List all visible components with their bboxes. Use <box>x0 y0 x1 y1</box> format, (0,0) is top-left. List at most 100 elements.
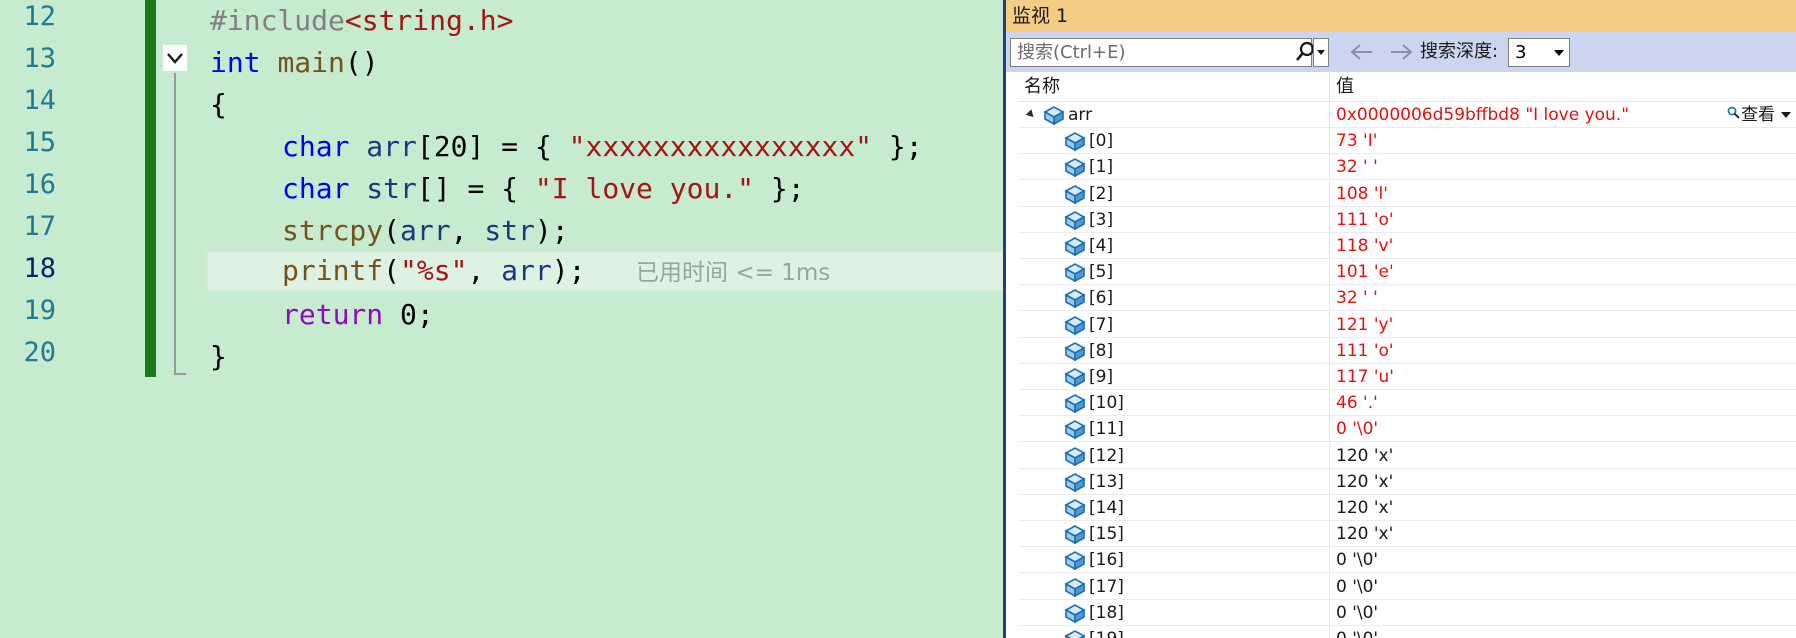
watch-item-value[interactable]: 0 '\0' <box>1330 547 1796 573</box>
watch-item-value[interactable]: 111 'o' <box>1330 207 1796 233</box>
watch-item-name: [1] <box>1089 157 1114 178</box>
watch-name-cell: [14] <box>1018 495 1330 521</box>
code-line-20[interactable]: } <box>210 336 227 378</box>
code-line-19[interactable]: return 0; <box>282 294 434 336</box>
object-icon <box>1064 262 1086 283</box>
watch-row[interactable]: [10] 46 '.' <box>1018 390 1796 417</box>
watch-row[interactable]: [17] 0 '\0' <box>1018 573 1796 600</box>
watch-row-root[interactable]: arr 0x0000006d59bffbd8 "I love you." 查看 <box>1018 102 1796 128</box>
watch-row[interactable]: [9] 117 'u' <box>1018 364 1796 390</box>
watch-name-cell: [15] <box>1018 521 1330 548</box>
open-brace: { <box>210 88 227 121</box>
watch-row[interactable]: [0] 73 'I' <box>1018 128 1796 155</box>
watch-item-value[interactable]: 32 ' ' <box>1330 154 1796 180</box>
object-icon <box>1064 603 1086 623</box>
code-line-17[interactable]: strcpy(arr, str); <box>282 210 569 252</box>
watch-item-value[interactable]: 111 'o' <box>1330 338 1796 364</box>
semicolon: ; <box>416 298 434 331</box>
magnifier-icon <box>1727 102 1741 128</box>
watch-item-value[interactable]: 120 'x' <box>1330 443 1796 469</box>
watch-name-cell: [13] <box>1018 468 1330 495</box>
watch-item-name: [6] <box>1089 288 1114 309</box>
watch-row[interactable]: [1] 32 ' ' <box>1018 154 1796 181</box>
watch-item-value[interactable]: 101 'e' <box>1330 259 1796 285</box>
watch-name-cell: [11] <box>1018 416 1330 443</box>
watch-row[interactable]: [4] 118 'v' <box>1018 233 1796 259</box>
include-header: <string.h> <box>344 4 514 37</box>
watch-item-name: [0] <box>1089 131 1114 152</box>
search-depth-select[interactable]: 3 <box>1508 38 1570 67</box>
watch-item-value[interactable]: 0 '\0' <box>1330 600 1796 626</box>
watch-item-value[interactable]: 120 'x' <box>1330 521 1796 547</box>
watch-row[interactable]: [16] 0 '\0' <box>1018 547 1796 574</box>
watch-item-value[interactable]: 117 'u' <box>1330 364 1796 390</box>
watch-item-value[interactable]: 0 '\0' <box>1330 574 1796 600</box>
watch-item-value[interactable]: 120 'x' <box>1330 469 1796 495</box>
line-number: 17 <box>23 211 56 242</box>
watch-window-title[interactable]: 监视 1 <box>1006 0 1796 32</box>
watch-column-header: 名称 值 <box>1018 72 1796 102</box>
watch-row[interactable]: [7] 121 'y' <box>1018 311 1796 338</box>
watch-item-value[interactable]: 118 'v' <box>1330 233 1796 259</box>
watch-item-name: [13] <box>1089 471 1124 492</box>
watch-item-value[interactable]: 121 'y' <box>1330 312 1796 338</box>
watch-row[interactable]: [19] 0 '\0' <box>1018 626 1796 638</box>
initializer-open: [] = { <box>416 172 535 205</box>
watch-row[interactable]: [3] 111 'o' <box>1018 206 1796 233</box>
code-line-14[interactable]: { <box>210 84 227 126</box>
search-depth-value: 3 <box>1515 42 1527 63</box>
paren-close: ); <box>534 214 569 247</box>
watch-item-value[interactable]: 120 'x' <box>1330 495 1796 521</box>
collapse-chevron-icon[interactable] <box>163 45 187 71</box>
preprocessor-directive: #include <box>210 4 345 37</box>
watch-row[interactable]: [12] 120 'x' <box>1018 442 1796 469</box>
code-line-16[interactable]: char str[] = { "I love you." }; <box>282 168 805 210</box>
watch-row[interactable]: [8] 111 'o' <box>1018 337 1796 364</box>
watch-item-value[interactable]: 32 ' ' <box>1330 285 1796 311</box>
watch-row[interactable]: [2] 108 'l' <box>1018 180 1796 207</box>
search-input[interactable] <box>1011 39 1287 66</box>
watch-name-cell: [10] <box>1018 390 1330 417</box>
arg-arr: arr <box>501 254 552 287</box>
watch-row[interactable]: [18] 0 '\0' <box>1018 599 1796 626</box>
watch-item-value[interactable]: 73 'I' <box>1330 128 1796 154</box>
code-line-15[interactable]: char arr[20] = { "xxxxxxxxxxxxxxxx" }; <box>282 126 923 168</box>
watch-name-cell: [6] <box>1018 285 1330 312</box>
watch-item-value[interactable]: 108 'l' <box>1330 181 1796 207</box>
search-box[interactable] <box>1010 38 1315 67</box>
watch-name-cell: [1] <box>1018 154 1330 181</box>
search-options-dropdown[interactable] <box>1313 38 1329 67</box>
watch-item-name: [15] <box>1089 524 1124 545</box>
close-brace: } <box>210 340 227 373</box>
watch-toolbar: 搜索深度: 3 <box>1006 32 1796 72</box>
column-header-value[interactable]: 值 <box>1330 72 1796 102</box>
object-icon <box>1043 105 1065 125</box>
watch-item-name: [14] <box>1089 498 1124 518</box>
watch-row[interactable]: [5] 101 'e' <box>1018 259 1796 286</box>
fold-guide-end <box>174 373 186 375</box>
watch-row[interactable]: [15] 120 'x' <box>1018 521 1796 548</box>
arrow-left-icon[interactable] <box>1349 42 1375 62</box>
view-button[interactable]: 查看 <box>1727 102 1791 128</box>
code-line-13[interactable]: int main() <box>210 42 379 84</box>
arrow-right-icon[interactable] <box>1388 42 1414 62</box>
line-number: 18 <box>23 253 56 284</box>
watch-row[interactable]: [14] 120 'x' <box>1018 495 1796 521</box>
object-icon <box>1064 498 1086 518</box>
watch-item-value[interactable]: 46 '.' <box>1330 390 1796 416</box>
watch-row[interactable]: [11] 0 '\0' <box>1018 416 1796 443</box>
watch-item-value[interactable]: 0 '\0' <box>1330 626 1796 638</box>
code-line-12[interactable]: #include<string.h> <box>210 0 513 42</box>
search-icon[interactable] <box>1295 41 1315 64</box>
watch-row[interactable]: [6] 32 ' ' <box>1018 285 1796 312</box>
watch-item-name: [9] <box>1089 367 1114 387</box>
code-line-18[interactable]: printf("%s", arr); 已用时间 <= 1ms <box>282 250 830 292</box>
object-icon <box>1064 288 1086 309</box>
collapse-triangle-icon[interactable] <box>1025 109 1037 120</box>
column-header-name[interactable]: 名称 <box>1018 72 1330 102</box>
code-editor[interactable]: 12 13 14 15 16 17 18 19 20 #include<string.h> in… <box>0 0 1005 638</box>
watch-row[interactable]: [13] 120 'x' <box>1018 468 1796 495</box>
object-icon <box>1064 419 1086 440</box>
function-strcpy: strcpy <box>282 214 384 247</box>
watch-item-value[interactable]: 0 '\0' <box>1330 416 1796 442</box>
